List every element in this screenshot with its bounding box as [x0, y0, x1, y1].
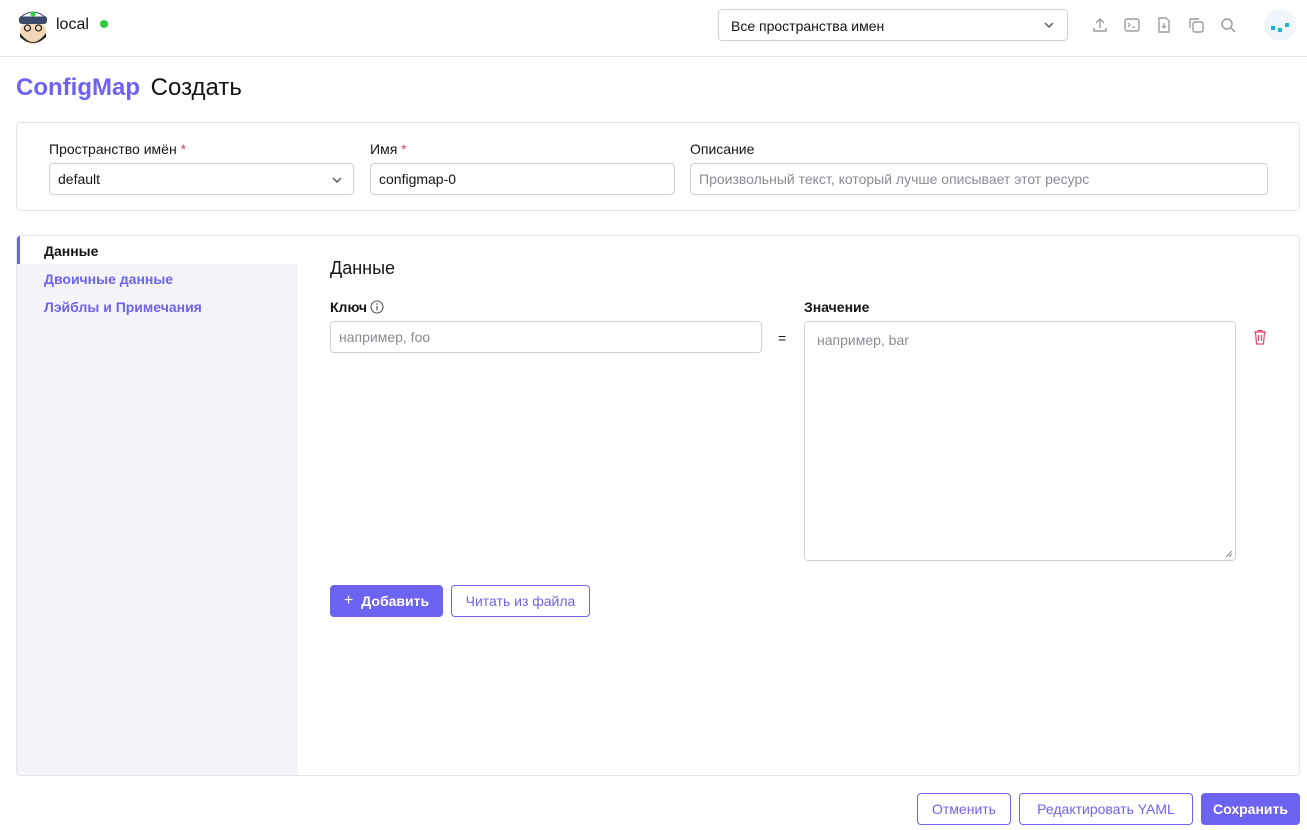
cluster-status-dot: [100, 20, 108, 28]
copy-icon[interactable]: [1187, 16, 1205, 34]
value-placeholder: например, bar: [817, 332, 909, 348]
side-tabs: Данные Двоичные данные Лэйблы и Примечан…: [17, 236, 298, 775]
add-button[interactable]: + Добавить: [330, 585, 443, 617]
cancel-button[interactable]: Отменить: [917, 793, 1011, 825]
metadata-card: Пространство имён * default Имя * config…: [16, 122, 1300, 211]
edit-yaml-button[interactable]: Редактировать YAML: [1019, 793, 1193, 825]
plus-icon: +: [343, 592, 354, 609]
page-title-action: Создать: [150, 74, 242, 101]
resize-handle-icon[interactable]: [1225, 550, 1233, 558]
active-tab-indicator: [17, 236, 20, 264]
required-mark: *: [180, 141, 187, 157]
top-header: local Все пространства имен: [0, 0, 1307, 57]
chevron-down-icon: [1044, 22, 1054, 28]
save-button-label: Сохранить: [1213, 801, 1288, 817]
description-placeholder: Произвольный текст, который лучше описыв…: [699, 171, 1090, 187]
name-label: Имя *: [370, 141, 407, 157]
user-avatar[interactable]: [1264, 9, 1296, 41]
key-placeholder: например, foo: [339, 329, 431, 345]
key-input[interactable]: например, foo: [330, 321, 762, 353]
read-from-file-button[interactable]: Читать из файла: [451, 585, 590, 617]
namespace-label: Пространство имён *: [49, 141, 187, 157]
required-mark: *: [401, 141, 407, 157]
namespace-select-value: Все пространства имен: [731, 18, 885, 34]
description-input[interactable]: Произвольный текст, который лучше описыв…: [690, 163, 1268, 195]
tab-labels-annotations[interactable]: Лэйблы и Примечания: [44, 299, 202, 315]
namespace-dropdown[interactable]: default: [49, 163, 354, 195]
page-title: ConfigMap Создать: [16, 74, 242, 102]
name-value: configmap-0: [379, 171, 457, 187]
tab-binary-data[interactable]: Двоичные данные: [44, 271, 173, 287]
import-icon[interactable]: [1155, 16, 1173, 34]
namespace-select[interactable]: Все пространства имен: [718, 9, 1068, 41]
terminal-icon[interactable]: [1123, 16, 1141, 34]
chevron-down-icon: [332, 177, 342, 183]
page-title-resource[interactable]: ConfigMap: [16, 74, 140, 101]
namespace-value: default: [58, 171, 101, 187]
trash-icon[interactable]: [1253, 329, 1267, 345]
cancel-button-label: Отменить: [932, 801, 996, 817]
read-from-file-label: Читать из файла: [465, 593, 576, 609]
equals-sign: =: [778, 330, 787, 346]
value-label: Значение: [804, 299, 870, 315]
description-label: Описание: [690, 141, 755, 157]
key-label: Ключ: [330, 299, 367, 315]
edit-yaml-button-label: Редактировать YAML: [1037, 801, 1175, 817]
section-title: Данные: [330, 258, 396, 278]
upload-icon[interactable]: [1091, 16, 1109, 34]
cluster-name[interactable]: local: [56, 16, 89, 34]
search-icon[interactable]: [1219, 16, 1237, 34]
cluster-logo[interactable]: [16, 7, 50, 45]
save-button[interactable]: Сохранить: [1201, 793, 1300, 825]
add-button-label: Добавить: [361, 593, 430, 609]
name-input[interactable]: configmap-0: [370, 163, 675, 195]
tabbed-content: Данные Двоичные данные Лэйблы и Примечан…: [16, 235, 1300, 776]
info-icon[interactable]: [370, 300, 384, 314]
avatar-icon: [1271, 23, 1289, 32]
value-textarea[interactable]: например, bar: [804, 321, 1236, 561]
tab-data[interactable]: Данные: [44, 243, 98, 259]
